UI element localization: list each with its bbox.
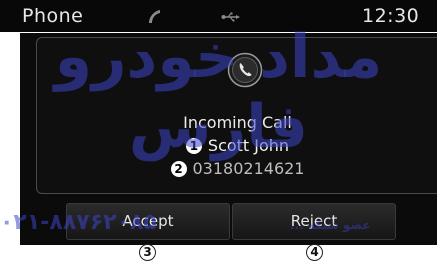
- usb-icon: [221, 12, 240, 22]
- app-title: Phone: [22, 5, 84, 27]
- caller-number: 03180214621: [192, 159, 305, 178]
- incoming-call-dialog: Incoming Call 1 Scott John 2 03180214621: [36, 37, 437, 194]
- call-panel: Incoming Call 1 Scott John 2 03180214621 A…: [20, 33, 437, 245]
- callout-marker-3: 3: [139, 244, 156, 261]
- caller-number-row: 2 03180214621: [37, 159, 437, 178]
- phone-incoming-call-screen: Phone 12:30 Incoming Call 1 Scott John 20…: [0, 0, 437, 261]
- caller-name: Scott John: [207, 136, 290, 155]
- phone-status-icon: [149, 10, 160, 23]
- call-status-text: Incoming Call: [183, 113, 292, 132]
- status-bar: Phone 12:30: [0, 0, 437, 32]
- call-action-buttons: Accept Reject: [66, 203, 396, 240]
- accept-button[interactable]: Accept: [66, 203, 230, 240]
- clock: 12:30: [362, 5, 420, 27]
- incoming-call-icon: [227, 52, 263, 88]
- callout-marker-4: 4: [306, 244, 323, 261]
- reject-button[interactable]: Reject: [232, 203, 396, 240]
- callout-marker-2: 2: [170, 161, 187, 177]
- caller-name-row: 1 Scott John: [37, 136, 437, 155]
- callout-marker-1: 1: [185, 138, 202, 154]
